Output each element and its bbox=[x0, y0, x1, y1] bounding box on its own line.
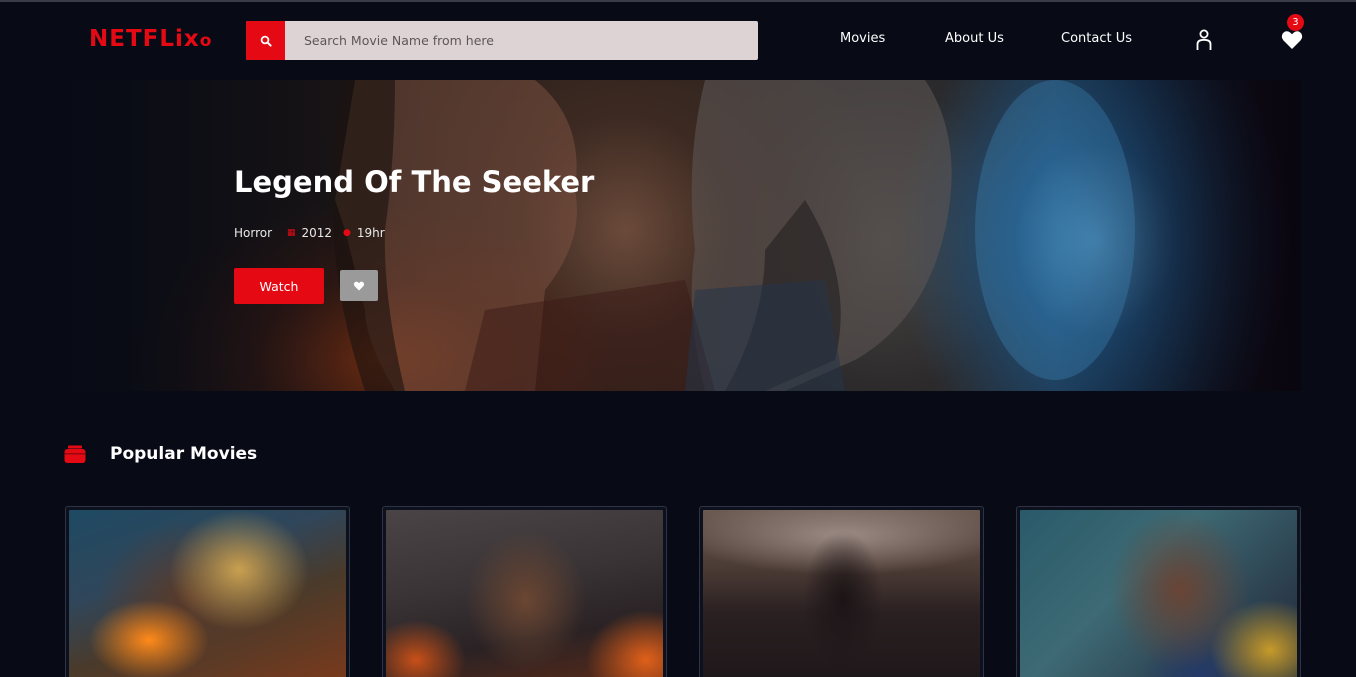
top-border bbox=[0, 0, 1356, 2]
wishlist-heart-icon[interactable] bbox=[1280, 28, 1304, 52]
wishlist-count-badge: 3 bbox=[1287, 14, 1304, 31]
movie-poster bbox=[69, 510, 346, 677]
hero-duration: ● 19hr bbox=[343, 226, 385, 240]
movie-poster bbox=[1020, 510, 1297, 677]
hero-banner: Legend Of The Seeker Horror ▦ 2012 ● 19hr … bbox=[65, 80, 1301, 391]
hero-year: ▦ 2012 bbox=[287, 226, 333, 240]
search-bar bbox=[246, 21, 758, 60]
nav-contact-us[interactable]: Contact Us bbox=[1061, 31, 1132, 46]
heart-icon bbox=[353, 281, 365, 291]
nav-movies[interactable]: Movies bbox=[840, 31, 885, 46]
section-title: Popular Movies bbox=[110, 444, 258, 464]
movie-card[interactable] bbox=[1016, 506, 1301, 677]
movie-card[interactable] bbox=[382, 506, 667, 677]
watch-button[interactable]: Watch bbox=[234, 268, 324, 304]
user-icon[interactable] bbox=[1194, 29, 1214, 51]
hero-title: Legend Of The Seeker bbox=[234, 165, 595, 199]
ticket-icon bbox=[64, 445, 86, 463]
movie-poster bbox=[703, 510, 980, 677]
movie-poster bbox=[386, 510, 663, 677]
search-button[interactable] bbox=[246, 21, 285, 60]
search-input[interactable] bbox=[285, 21, 758, 60]
logo[interactable]: NETFLixo bbox=[89, 26, 212, 52]
calendar-icon: ▦ bbox=[287, 228, 296, 238]
hero-genre: Horror bbox=[234, 226, 273, 240]
search-icon bbox=[260, 35, 272, 47]
movie-card[interactable] bbox=[699, 506, 984, 677]
clock-icon: ● bbox=[343, 228, 351, 238]
movie-card[interactable] bbox=[65, 506, 350, 677]
add-favorite-button[interactable] bbox=[340, 270, 378, 301]
nav-about-us[interactable]: About Us bbox=[945, 31, 1004, 46]
